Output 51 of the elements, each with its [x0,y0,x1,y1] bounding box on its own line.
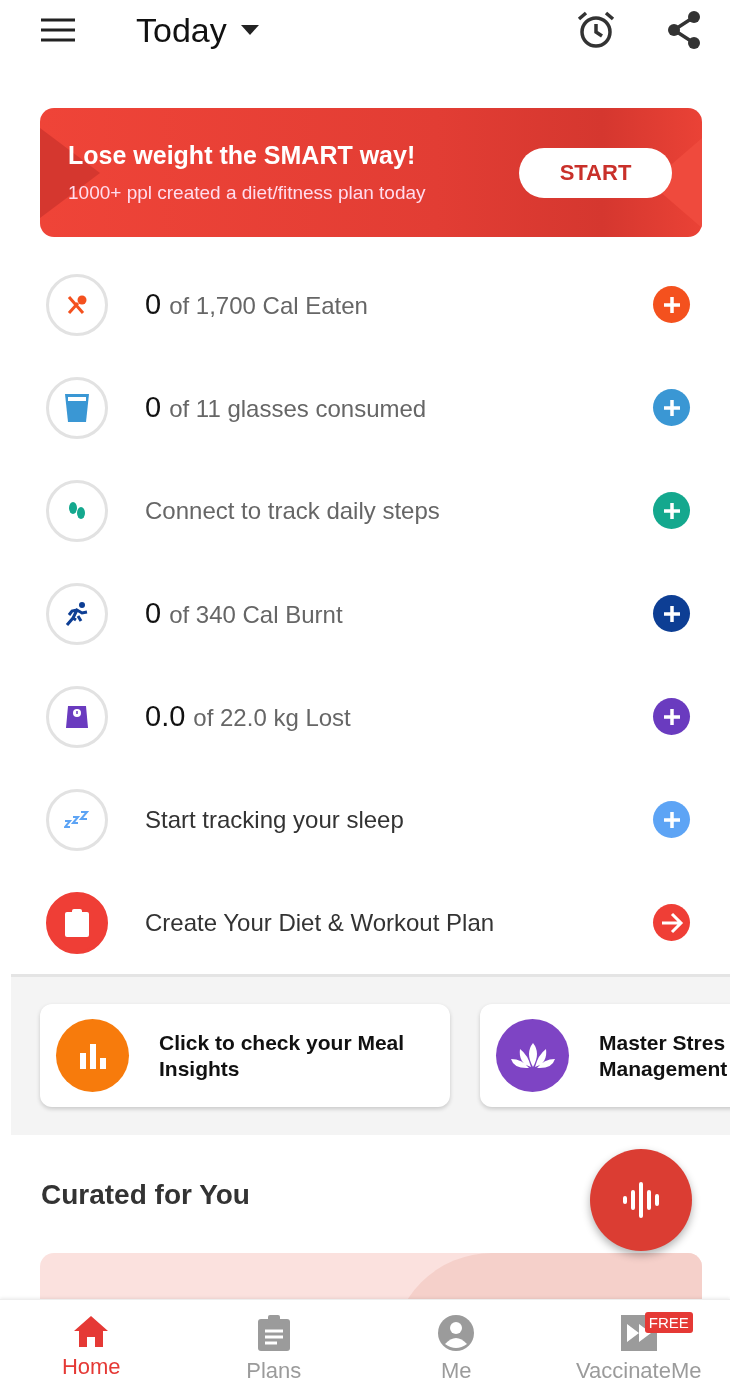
insight-card[interactable]: Click to check your Meal Insights [40,1004,450,1107]
zzz-icon [64,810,90,829]
plus-icon [661,397,682,418]
card-title: Management [599,1055,728,1082]
date-dropdown[interactable]: Today [136,10,259,50]
nav-tab[interactable]: FREE VaccinateMe [547,1300,730,1392]
voice-button[interactable] [590,1149,692,1251]
clipboard-icon [64,907,90,938]
fork-spoon-icon [66,293,88,316]
alarm-button[interactable] [576,10,616,50]
nav-tab[interactable]: Plans [182,1300,365,1392]
tracker-label: Start tracking your sleep [145,805,404,834]
tracker-value: 0.0 [145,700,186,733]
tracker-value: 0 [145,288,162,321]
card-title: Master Stres [599,1029,727,1056]
arrow-icon [659,911,684,934]
caret-icon [240,25,259,35]
plus-icon [661,706,682,727]
tracker-value: 0 [145,597,162,630]
glass-icon [64,392,90,423]
clipboard-icon [256,1314,291,1352]
insight-card[interactable]: Master Stres Management [480,1004,730,1107]
add-button[interactable] [653,698,690,735]
tracker-label: of 340 Cal Burnt [169,601,343,629]
plus-icon [661,294,682,315]
nav-tab[interactable]: Me [365,1300,548,1392]
scale-icon [65,703,89,730]
tracker-label: Create Your Diet & Workout Plan [145,908,495,937]
arrow-button[interactable] [653,904,690,941]
free-badge: FREE [644,1312,693,1333]
runner-icon [64,600,90,627]
tracker-label: Connect to track daily steps [145,496,440,525]
banner-subtitle: 1000+ ppl created a diet/fitness plan today [68,182,427,204]
plus-icon [661,603,682,624]
footprints-icon [66,499,88,522]
tracker-value: 0 [145,391,162,424]
tracker-label: of 22.0 kg Lost [193,704,351,732]
banner-title: Lose weight the SMART way! [68,141,417,170]
tracker-label: of 1,700 Cal Eaten [169,292,368,320]
tracker-label: of 11 glasses consumed [169,395,427,423]
waveform-icon [621,1180,661,1220]
person-icon [437,1314,476,1352]
plus-icon [661,500,682,521]
card-title: Click to check your Meal Insights [159,1029,406,1082]
nav-tab[interactable]: Home [0,1300,183,1392]
plus-icon [661,809,682,830]
add-button[interactable] [653,595,690,632]
section-title: Curated for You [41,1179,250,1211]
menu-button[interactable] [40,18,76,42]
start-button[interactable]: START [519,147,672,198]
share-button[interactable] [666,10,702,50]
